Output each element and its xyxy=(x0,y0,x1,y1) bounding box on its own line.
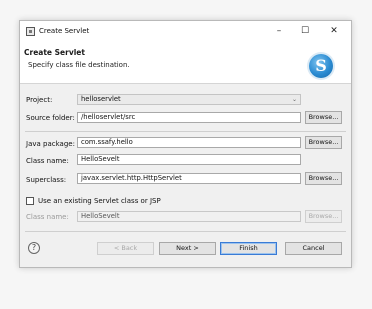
java-package-field[interactable]: com.ssafy.hello xyxy=(77,137,301,148)
existing-class-name-field[interactable]: HelloSevelt xyxy=(77,211,301,222)
cancel-button[interactable]: Cancel xyxy=(285,242,342,255)
next-button[interactable]: Next > xyxy=(159,242,216,255)
window-title: Create Servlet xyxy=(39,27,90,35)
servlet-logo-icon: S xyxy=(309,54,333,78)
source-folder-browse-button[interactable]: Browse... xyxy=(305,111,342,124)
app-icon xyxy=(26,27,35,36)
create-servlet-dialog: Create Servlet – ☐ ✕ Create Servlet Spec… xyxy=(19,20,352,268)
existing-class-name-label: Class name: xyxy=(26,213,69,221)
back-button[interactable]: < Back xyxy=(97,242,154,255)
minimize-button[interactable]: – xyxy=(272,25,286,37)
superclass-browse-button[interactable]: Browse... xyxy=(305,172,342,185)
use-existing-label: Use an existing Servlet class or JSP xyxy=(38,197,161,205)
header-title: Create Servlet xyxy=(24,48,85,57)
wizard-header: Create Servlet Specify class file destin… xyxy=(20,42,351,84)
chevron-down-icon: ⌄ xyxy=(291,96,297,103)
title-bar: Create Servlet – ☐ ✕ xyxy=(20,21,351,42)
header-description: Specify class file destination. xyxy=(28,61,130,69)
logo-letter: S xyxy=(315,56,327,75)
footer-separator xyxy=(25,231,346,232)
use-existing-checkbox[interactable] xyxy=(26,197,34,205)
java-package-browse-button[interactable]: Browse... xyxy=(305,136,342,149)
close-button[interactable]: ✕ xyxy=(327,25,341,37)
class-name-label: Class name: xyxy=(26,157,69,165)
maximize-button[interactable]: ☐ xyxy=(298,25,312,37)
source-folder-field[interactable]: /helloservlet/src xyxy=(77,112,301,123)
project-combo[interactable]: helloservlet ⌄ xyxy=(77,94,301,105)
class-name-field[interactable]: HelloSevelt xyxy=(77,154,301,165)
separator xyxy=(25,131,346,132)
help-icon[interactable]: ? xyxy=(28,242,40,254)
superclass-label: Superclass: xyxy=(26,176,67,184)
project-label: Project: xyxy=(26,96,53,104)
java-package-label: Java package: xyxy=(26,140,75,148)
source-folder-label: Source folder: xyxy=(26,114,75,122)
finish-button[interactable]: Finish xyxy=(220,242,277,255)
existing-class-browse-button[interactable]: Browse... xyxy=(305,210,342,223)
superclass-field[interactable]: javax.servlet.http.HttpServlet xyxy=(77,173,301,184)
project-value: helloservlet xyxy=(81,95,121,103)
